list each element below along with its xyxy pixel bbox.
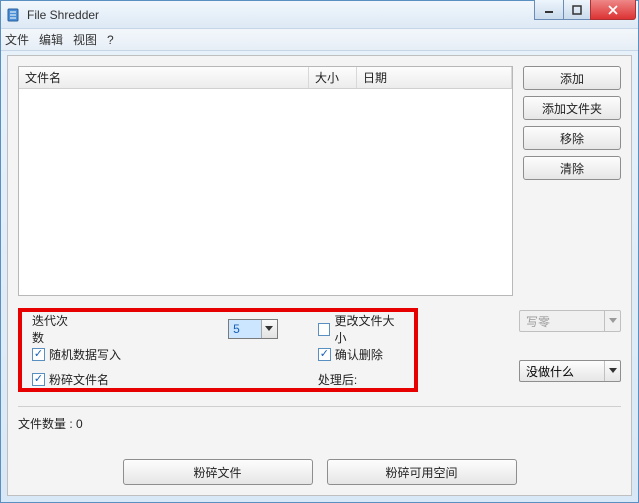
col-header-date[interactable]: 日期 — [357, 67, 512, 88]
table-body[interactable] — [19, 89, 512, 295]
file-table[interactable]: 文件名 大小 日期 — [18, 66, 513, 296]
iterations-value: 5 — [229, 320, 261, 338]
options-highlight-box: 迭代次数 5 随机数据写入 粉碎文件名 — [18, 308, 418, 392]
after-action-value: 没做什么 — [520, 363, 604, 380]
add-folder-button[interactable]: 添加文件夹 — [523, 96, 621, 120]
menubar: 文件 编辑 视图 ? — [1, 29, 638, 51]
top-row: 文件名 大小 日期 添加 添加文件夹 移除 清除 — [18, 66, 621, 296]
random-write-label: 随机数据写入 — [49, 346, 121, 363]
shred-filename-label: 粉碎文件名 — [49, 371, 109, 388]
maximize-button[interactable] — [563, 0, 591, 20]
side-buttons: 添加 添加文件夹 移除 清除 — [523, 66, 621, 296]
iterations-combobox[interactable]: 5 — [228, 319, 278, 339]
minimize-icon — [544, 5, 554, 15]
titlebar: File Shredder — [1, 1, 638, 29]
chevron-down-icon — [261, 320, 277, 338]
random-write-row: 随机数据写入 — [32, 346, 278, 363]
clear-button[interactable]: 清除 — [523, 156, 621, 180]
random-write-checkbox[interactable] — [32, 348, 45, 361]
shred-filename-checkbox[interactable] — [32, 373, 45, 386]
app-icon — [5, 7, 21, 23]
chevron-down-icon — [604, 361, 620, 381]
change-size-label: 更改文件大小 — [334, 312, 404, 346]
file-count-label: 文件数量 : 0 — [18, 415, 621, 432]
menu-file[interactable]: 文件 — [5, 31, 29, 48]
client-area: 文件名 大小 日期 添加 添加文件夹 移除 清除 迭代次数 5 — [7, 55, 632, 496]
menu-edit[interactable]: 编辑 — [39, 31, 63, 48]
iterations-label: 迭代次数 — [32, 312, 76, 346]
minimize-button[interactable] — [534, 0, 564, 20]
options-right: 写零 没做什么 — [418, 308, 621, 382]
options-row: 迭代次数 5 随机数据写入 粉碎文件名 — [18, 308, 621, 392]
after-action-combobox[interactable]: 没做什么 — [519, 360, 621, 382]
iterations-row: 迭代次数 5 — [32, 320, 278, 338]
shred-free-space-button[interactable]: 粉碎可用空间 — [327, 459, 517, 485]
change-size-checkbox[interactable] — [318, 323, 331, 336]
shred-files-button[interactable]: 粉碎文件 — [123, 459, 313, 485]
menu-view[interactable]: 视图 — [73, 31, 97, 48]
window-title: File Shredder — [27, 8, 99, 22]
chevron-down-icon — [604, 311, 620, 331]
after-label: 处理后: — [318, 371, 357, 388]
close-button[interactable] — [590, 0, 636, 20]
app-window: File Shredder 文件 编辑 视图 ? 文件名 — [0, 0, 639, 503]
confirm-delete-row: 确认删除 — [318, 346, 404, 363]
menu-help[interactable]: ? — [107, 33, 114, 47]
shred-filename-row: 粉碎文件名 — [32, 371, 278, 388]
options-left-col: 迭代次数 5 随机数据写入 粉碎文件名 — [32, 320, 278, 378]
change-size-row: 更改文件大小 — [318, 320, 404, 338]
remove-button[interactable]: 移除 — [523, 126, 621, 150]
after-row: 处理后: — [318, 371, 404, 388]
col-header-name[interactable]: 文件名 — [19, 67, 309, 88]
confirm-delete-checkbox[interactable] — [318, 348, 331, 361]
options-mid-col: 更改文件大小 确认删除 处理后: — [318, 320, 404, 378]
confirm-delete-label: 确认删除 — [335, 346, 383, 363]
add-button[interactable]: 添加 — [523, 66, 621, 90]
divider — [18, 406, 621, 407]
table-header: 文件名 大小 日期 — [19, 67, 512, 89]
maximize-icon — [572, 5, 582, 15]
mode-value: 写零 — [520, 313, 604, 330]
mode-combobox[interactable]: 写零 — [519, 310, 621, 332]
window-controls — [535, 0, 636, 20]
bottom-buttons: 粉碎文件 粉碎可用空间 — [8, 459, 631, 485]
col-header-size[interactable]: 大小 — [309, 67, 357, 88]
close-icon — [607, 5, 619, 15]
